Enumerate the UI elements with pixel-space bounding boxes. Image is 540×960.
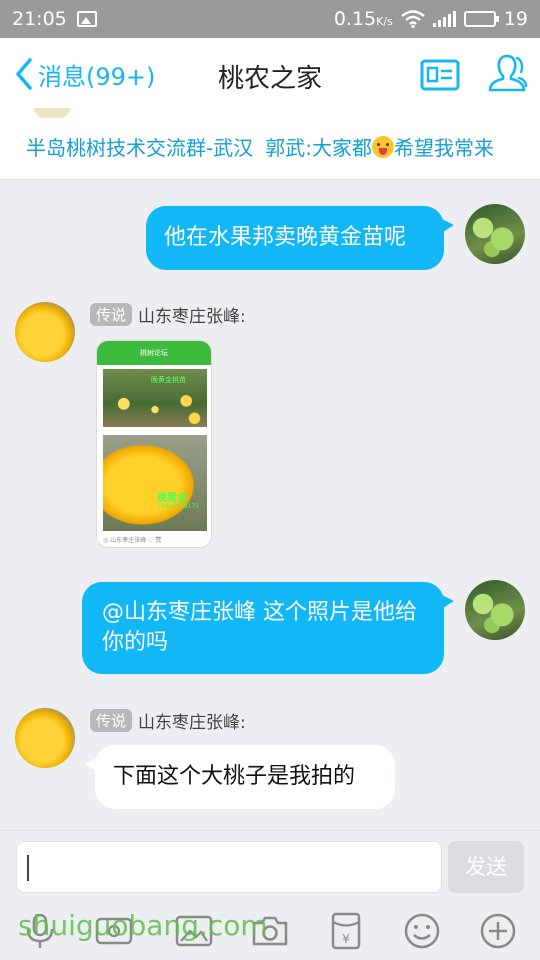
- group-notice-text: 半岛桃树技术交流群-武汉 郭武:大家都 希望我常来: [26, 132, 494, 161]
- battery-icon: [463, 11, 499, 27]
- chevron-left-icon: [16, 58, 32, 90]
- sender-avatar[interactable]: [15, 708, 75, 768]
- peach-photo: 晚黄金 13906328175: [103, 435, 207, 531]
- member-title-badge: 传说: [90, 709, 133, 732]
- battery-level: 19: [503, 8, 528, 30]
- message-bubble-outgoing[interactable]: 他在水果邦卖晚黄金苗呢: [146, 206, 454, 270]
- self-avatar[interactable]: [465, 580, 525, 640]
- chat-header: 消息(99+) 桃农之家: [0, 38, 540, 112]
- back-label: 消息(99+): [38, 62, 156, 91]
- wifi-icon: [401, 10, 425, 28]
- sender-line: 传说 山东枣庄张峰:: [90, 708, 246, 733]
- sender-name[interactable]: 山东枣庄张峰:: [138, 302, 246, 327]
- input-area: 发送 ¥ shuiguobang.com: [0, 830, 540, 960]
- send-button[interactable]: 发送: [448, 841, 524, 893]
- network-speed: 0.15K/s: [333, 8, 393, 30]
- image-message[interactable]: 桃树论坛 晚黄金桃苗 晚黄金 13906328175 ◎ 山东枣庄张峰 ♡ 赞: [96, 340, 212, 548]
- image-notification-icon: [76, 11, 97, 27]
- message-input[interactable]: [16, 841, 442, 893]
- image-header: 桃树论坛: [97, 341, 211, 365]
- orchard-photo: 晚黄金桃苗: [103, 369, 207, 427]
- message-text: 他在水果邦卖晚黄金苗呢: [164, 225, 407, 250]
- group-name: 半岛桃树技术交流群-武汉: [26, 136, 254, 160]
- text-caret: [27, 855, 29, 881]
- back-button[interactable]: 消息(99+): [14, 56, 155, 92]
- sender-line: 传说 山东枣庄张峰:: [90, 302, 246, 327]
- hidden-avatar-edge: [34, 108, 70, 118]
- emoji-icon[interactable]: [402, 911, 442, 951]
- message-text: @山东枣庄张峰 这个照片是他给你的吗: [102, 600, 417, 655]
- peach-photo-caption: 晚黄金: [157, 493, 187, 504]
- group-notice-tail: 希望我常来: [393, 136, 494, 160]
- status-bar: 21:05 0.15K/s 19: [0, 0, 540, 38]
- status-icons: 0.15K/s 19: [334, 8, 528, 30]
- red-packet-icon[interactable]: ¥: [326, 911, 366, 951]
- sender-name[interactable]: 山东枣庄张峰:: [138, 708, 246, 733]
- group-members-button[interactable]: [486, 52, 528, 94]
- clock: 21:05: [12, 8, 67, 30]
- tongue-out-emoji-icon: [371, 136, 394, 158]
- group-card-button[interactable]: [420, 58, 460, 92]
- self-avatar[interactable]: [465, 204, 525, 264]
- message-text: 下面这个大桃子是我拍的: [113, 764, 356, 789]
- image-footer: ◎ 山东枣庄张峰 ♡ 赞: [103, 537, 162, 544]
- orchard-photo-caption: 晚黄金桃苗: [151, 376, 186, 384]
- group-notice-banner[interactable]: 半岛桃树技术交流群-武汉 郭武:大家都 希望我常来: [0, 108, 540, 180]
- message-bubble-incoming[interactable]: 下面这个大桃子是我拍的: [85, 745, 395, 809]
- plus-icon[interactable]: [478, 911, 518, 951]
- peach-photo-number: 13906328175: [157, 503, 199, 510]
- group-notice: 郭武:大家都: [265, 136, 372, 160]
- member-title-badge: 传说: [90, 303, 133, 326]
- message-bubble-outgoing[interactable]: @山东枣庄张峰 这个照片是他给你的吗: [82, 582, 454, 674]
- sender-avatar[interactable]: [15, 302, 75, 362]
- signal-icon: [432, 11, 456, 27]
- site-watermark: shuiguobang.com: [18, 909, 268, 942]
- svg-text:¥: ¥: [342, 932, 350, 946]
